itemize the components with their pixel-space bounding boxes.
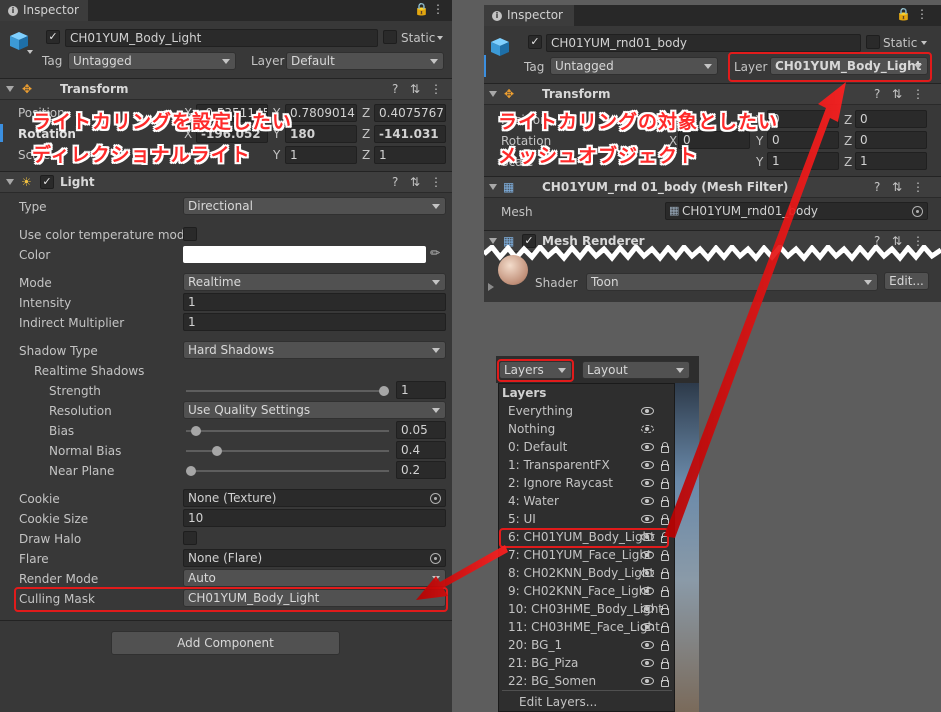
arrow-to-culling-mask	[416, 545, 508, 600]
arrow-up-to-layer	[664, 82, 846, 538]
red-arrows	[416, 82, 846, 600]
